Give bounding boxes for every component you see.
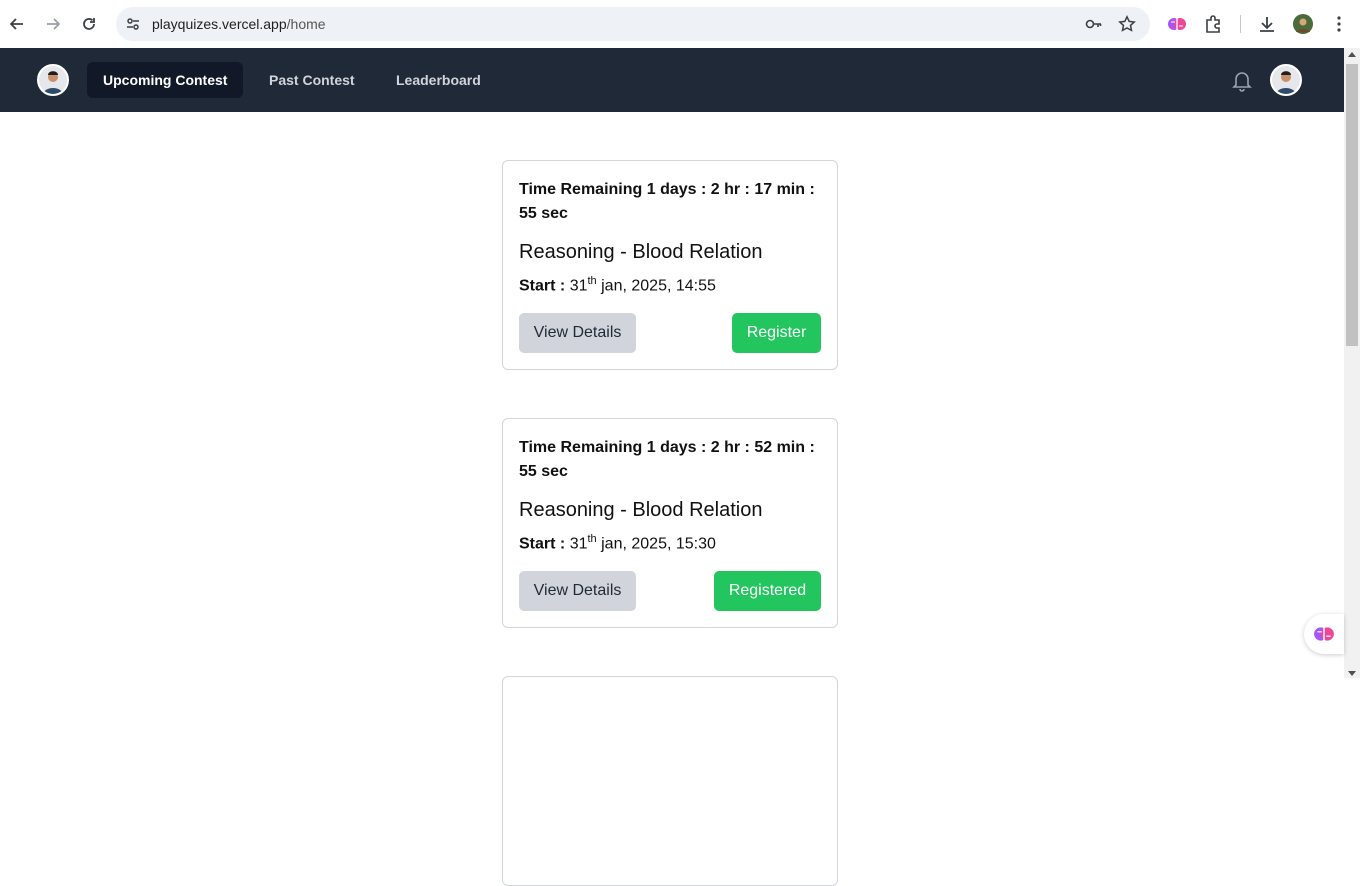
password-key-icon[interactable] [1085,15,1103,33]
nav-leaderboard[interactable]: Leaderboard [380,62,497,98]
contest-title: Reasoning - Blood Relation [519,241,763,263]
url-path: /home [286,16,326,32]
brain-icon [1314,627,1334,641]
bookmark-star-icon[interactable] [1118,15,1136,33]
start-label: Start : [519,535,566,553]
brain-extension-icon[interactable] [1166,13,1188,35]
extensions-icon[interactable] [1202,13,1224,35]
app-navbar: Upcoming Contest Past Contest Leaderboar… [0,48,1344,112]
register-button[interactable]: Register [732,313,821,353]
time-remaining: Time Remaining 1 days : 2 hr : 17 min : … [519,181,815,222]
start-day-suffix: th [587,533,597,545]
scroll-up-arrow-icon[interactable] [1348,52,1356,57]
toolbar-separator [1240,15,1241,33]
view-details-button[interactable]: View Details [519,313,636,353]
contest-start: Start : 31th jan, 2025, 15:30 [519,533,716,553]
profile-avatar-icon[interactable] [1292,13,1314,35]
browser-toolbar: playquizes.vercel.app/home [0,0,1360,48]
url-text: playquizes.vercel.app/home [152,16,326,32]
browser-menu-icon[interactable] [1328,13,1350,35]
floating-brain-button[interactable] [1304,614,1344,654]
scroll-down-arrow-icon[interactable] [1348,671,1356,676]
contest-card [502,676,838,886]
user-avatar[interactable] [1270,64,1302,96]
address-bar[interactable]: playquizes.vercel.app/home [116,7,1150,41]
start-label: Start : [519,277,566,295]
contest-start: Start : 31th jan, 2025, 14:55 [519,275,716,295]
forward-icon[interactable] [41,12,65,36]
download-icon[interactable] [1256,13,1278,35]
start-day-suffix: th [587,275,597,287]
notification-bell-icon[interactable] [1230,68,1254,92]
view-details-button[interactable]: View Details [519,571,636,611]
start-day: 31 [569,277,588,295]
start-day: 31 [569,535,588,553]
nav-past-contest[interactable]: Past Contest [253,62,371,98]
page-scrollbar[interactable] [1344,48,1360,678]
back-icon[interactable] [5,12,29,36]
url-host: playquizes.vercel.app [152,16,287,32]
contest-card: Time Remaining 1 days : 2 hr : 17 min : … [502,160,838,370]
start-date-rest: jan, 2025, 15:30 [601,535,716,553]
logo-avatar[interactable] [37,64,69,96]
contest-card: Time Remaining 1 days : 2 hr : 52 min : … [502,418,838,628]
site-settings-icon[interactable] [124,15,142,33]
time-remaining: Time Remaining 1 days : 2 hr : 52 min : … [519,439,815,480]
start-date-rest: jan, 2025, 14:55 [601,277,716,295]
scroll-thumb[interactable] [1346,64,1358,346]
contest-title: Reasoning - Blood Relation [519,499,763,521]
nav-upcoming-contest[interactable]: Upcoming Contest [87,62,244,98]
reload-icon[interactable] [77,12,101,36]
registered-button[interactable]: Registered [714,571,821,611]
